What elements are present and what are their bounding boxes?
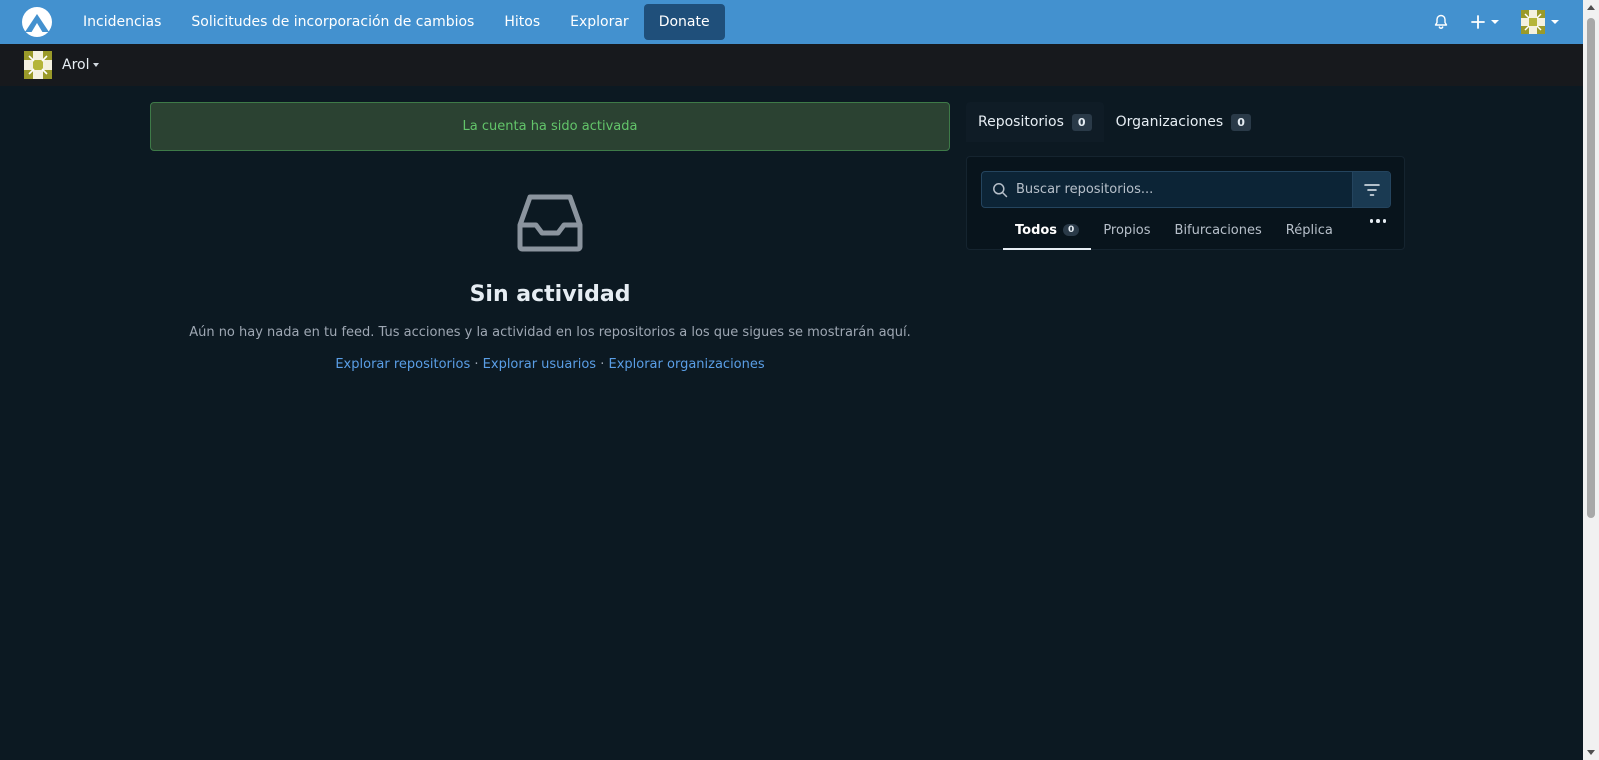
scroll-up-icon[interactable] bbox=[1587, 5, 1595, 10]
logo-icon[interactable] bbox=[21, 6, 53, 38]
repo-search-input[interactable] bbox=[1016, 172, 1351, 207]
nav-pull-requests[interactable]: Solicitudes de incorporación de cambios bbox=[176, 4, 489, 40]
more-options-icon[interactable] bbox=[1369, 219, 1386, 223]
tab-repositories[interactable]: Repositorios 0 bbox=[966, 102, 1104, 142]
avatar bbox=[24, 51, 52, 79]
context-switcher[interactable]: Arol bbox=[24, 51, 100, 79]
filter-count-badge: 0 bbox=[1063, 224, 1080, 236]
filter-tab-all[interactable]: Todos 0 bbox=[1003, 212, 1092, 250]
chevron-down-icon bbox=[93, 63, 100, 67]
context-user-name: Arol bbox=[62, 57, 90, 73]
explore-repositories-link[interactable]: Explorar repositorios bbox=[335, 357, 470, 372]
filter-tab-forks[interactable]: Bifurcaciones bbox=[1163, 212, 1274, 250]
top-navbar: Incidencias Solicitudes de incorporación… bbox=[0, 0, 1583, 44]
explore-users-link[interactable]: Explorar usuarios bbox=[483, 357, 596, 372]
nav-explore[interactable]: Explorar bbox=[555, 4, 644, 40]
bell-icon bbox=[1434, 14, 1448, 29]
tab-count-badge: 0 bbox=[1231, 113, 1251, 131]
vertical-scrollbar[interactable] bbox=[1583, 0, 1599, 760]
plus-icon bbox=[1471, 15, 1485, 29]
filter-tab-sources[interactable]: Propios bbox=[1091, 212, 1162, 250]
chevron-down-icon bbox=[1551, 20, 1559, 24]
tab-organizations[interactable]: Organizaciones 0 bbox=[1104, 102, 1263, 142]
empty-feed-title: Sin actividad bbox=[469, 282, 631, 307]
empty-feed-description: Aún no hay nada en tu feed. Tus acciones… bbox=[189, 325, 911, 340]
filter-tab-mirrors[interactable]: Réplica bbox=[1274, 212, 1345, 250]
repo-filter-tabs: Todos 0 Propios Bifurcaciones Réplica bbox=[1003, 212, 1345, 250]
tab-label: Repositorios bbox=[978, 114, 1064, 130]
tab-label: Organizaciones bbox=[1115, 114, 1224, 130]
notifications-button[interactable] bbox=[1433, 14, 1449, 30]
search-icon bbox=[993, 183, 1008, 198]
chevron-down-icon bbox=[1491, 20, 1499, 24]
filter-icon bbox=[1363, 183, 1380, 196]
scroll-down-icon[interactable] bbox=[1587, 750, 1595, 755]
tab-count-badge: 0 bbox=[1071, 113, 1092, 131]
filter-tab-label: Todos bbox=[1015, 222, 1058, 238]
scrollbar-thumb[interactable] bbox=[1587, 18, 1595, 518]
avatar bbox=[1521, 10, 1545, 34]
explore-links: Explorar repositorios · Explorar usuario… bbox=[150, 357, 950, 372]
explore-organizations-link[interactable]: Explorar organizaciones bbox=[608, 357, 764, 372]
repo-search-box bbox=[981, 171, 1391, 208]
flash-success-message: La cuenta ha sido activada bbox=[150, 102, 950, 151]
repo-list-panel: Todos 0 Propios Bifurcaciones Réplica bbox=[966, 156, 1405, 250]
inbox-icon bbox=[517, 194, 583, 252]
link-separator: · bbox=[596, 357, 609, 372]
filter-button[interactable] bbox=[1352, 172, 1390, 207]
nav-issues[interactable]: Incidencias bbox=[68, 4, 176, 40]
link-separator: · bbox=[470, 357, 483, 372]
user-menu-button[interactable] bbox=[1521, 10, 1559, 34]
nav-donate[interactable]: Donate bbox=[643, 4, 725, 40]
sidebar-tabs: Repositorios 0 Organizaciones 0 bbox=[966, 102, 1263, 142]
create-new-button[interactable] bbox=[1471, 15, 1499, 29]
dashboard-context-bar: Arol bbox=[0, 44, 1583, 86]
nav-milestones[interactable]: Hitos bbox=[489, 4, 555, 40]
